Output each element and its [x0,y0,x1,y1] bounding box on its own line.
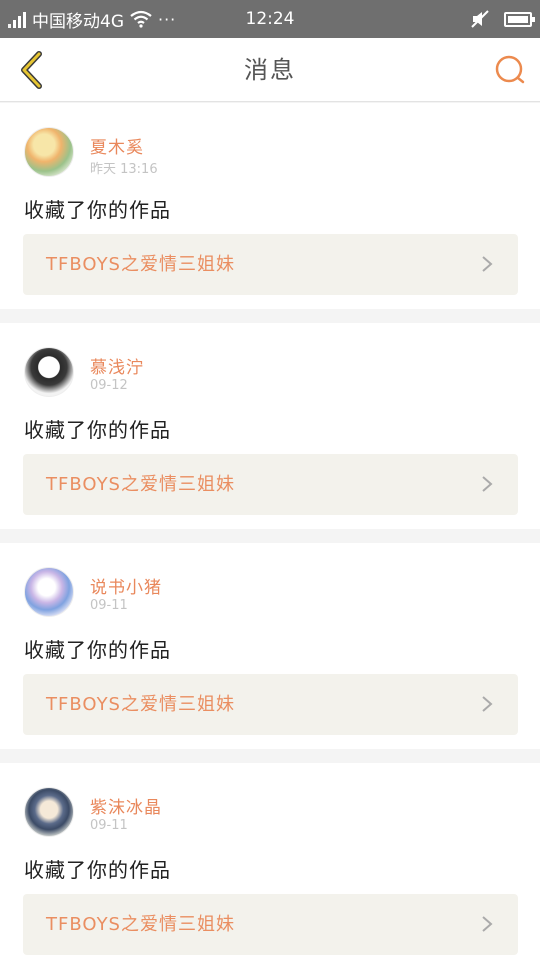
mute-icon [471,10,489,28]
page-title: 消息 [244,56,296,84]
action-text: 收藏了你的作品 [24,858,171,882]
work-title: TFBOYS之爱情三姐妹 [46,254,235,275]
message-card: 说书小猪 09-11 收藏了你的作品 TFBOYS之爱情三姐妹 [0,543,540,749]
search-button[interactable] [492,52,528,88]
message-time: 09-11 [90,598,128,613]
status-right [470,0,535,38]
work-link[interactable]: TFBOYS之爱情三姐妹 [23,454,518,515]
user-name[interactable]: 夏木奚 [90,133,144,158]
action-text: 收藏了你的作品 [24,638,171,662]
message-time: 昨天 13:16 [90,162,158,177]
chevron-right-icon [482,256,493,272]
avatar[interactable] [24,787,74,837]
chevron-right-icon [482,696,493,712]
message-time: 09-11 [90,818,128,833]
search-icon [495,55,525,84]
work-title: TFBOYS之爱情三姐妹 [46,474,235,495]
message-card: 夏木奚 昨天 13:16 收藏了你的作品 TFBOYS之爱情三姐妹 [0,103,540,309]
avatar[interactable] [24,127,74,177]
avatar[interactable] [24,347,74,397]
work-title: TFBOYS之爱情三姐妹 [46,694,235,715]
user-name[interactable]: 慕浅泞 [90,353,144,378]
message-time: 09-12 [90,378,128,393]
status-time: 12:24 [245,9,295,29]
nav-bar: 消息 [0,38,540,102]
user-name[interactable]: 紫沫冰晶 [90,793,162,818]
user-name[interactable]: 说书小猪 [90,573,162,598]
message-list: 夏木奚 昨天 13:16 收藏了你的作品 TFBOYS之爱情三姐妹 慕浅泞 09… [0,103,540,960]
work-link[interactable]: TFBOYS之爱情三姐妹 [23,234,518,295]
avatar[interactable] [24,567,74,617]
message-card: 慕浅泞 09-12 收藏了你的作品 TFBOYS之爱情三姐妹 [0,323,540,529]
action-text: 收藏了你的作品 [24,198,171,222]
message-card: 紫沫冰晶 09-11 收藏了你的作品 TFBOYS之爱情三姐妹 [0,763,540,960]
status-bar: 中国移动4G ··· 12:24 [0,0,540,38]
battery-icon [504,11,535,27]
action-text: 收藏了你的作品 [24,418,171,442]
chevron-right-icon [482,476,493,492]
work-link[interactable]: TFBOYS之爱情三姐妹 [23,674,518,735]
work-title: TFBOYS之爱情三姐妹 [46,914,235,935]
work-link[interactable]: TFBOYS之爱情三姐妹 [23,894,518,955]
chevron-right-icon [482,916,493,932]
